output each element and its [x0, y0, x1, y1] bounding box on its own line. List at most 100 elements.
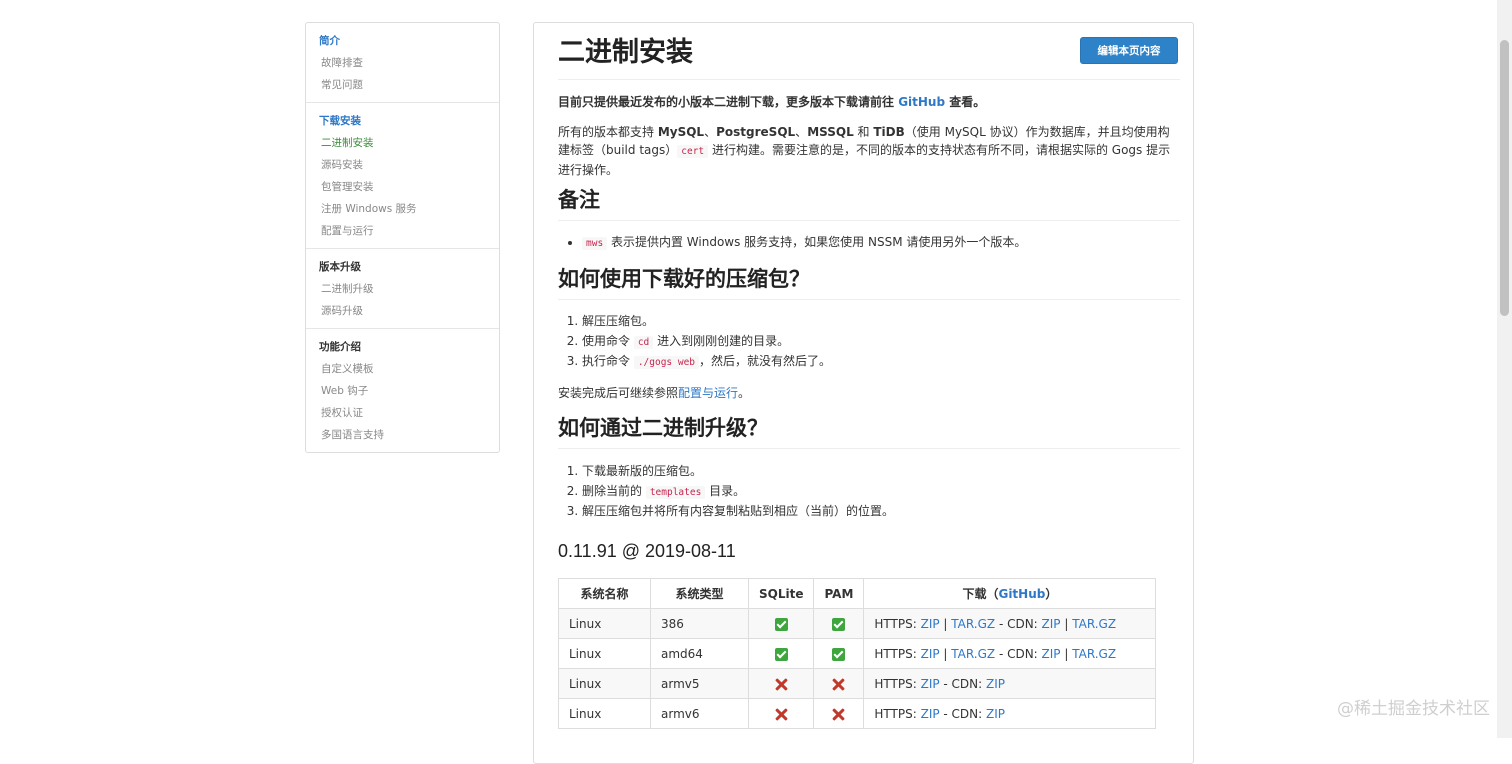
howto-list: 解压压缩包。 使用命令 cd 进入到刚刚创建的目录。 执行命令 ./gogs w… — [558, 312, 1180, 373]
sidebar-item-source-install[interactable]: 源码安装 — [306, 154, 499, 176]
sidebar-item-auth[interactable]: 授权认证 — [306, 402, 499, 424]
th-os: 系统名称 — [558, 578, 651, 609]
upgrade-step-2: 删除当前的 templates 目录。 — [582, 482, 1180, 503]
sidebar-section-intro: 简介 故障排查 常见问题 — [306, 23, 499, 102]
th-sqlite: SQLite — [747, 578, 815, 609]
https-label: HTTPS: — [874, 646, 921, 661]
howto-step-3-post: ，然后，就没有然后了。 — [699, 354, 832, 368]
edit-page-button[interactable]: 编辑本页内容 — [1080, 37, 1178, 64]
github-link[interactable]: GitHub — [898, 95, 945, 109]
howto-after: 安装完成后可继续参照配置与运行。 — [558, 384, 1180, 402]
title-row: 二进制安装 编辑本页内容 — [558, 23, 1180, 80]
db-sep-2: 、 — [795, 125, 808, 139]
upgrade-step-2-post: 目录。 — [705, 483, 746, 498]
notes-heading-wrap: 备注 — [558, 186, 1180, 221]
table-row: Linux 386 HTTPS: ZIP | TAR.GZ - CDN: ZIP… — [558, 608, 1157, 639]
sidebar-item-source-upgrade[interactable]: 源码升级 — [306, 300, 499, 322]
version-section: 0.11.91 @ 2019-08-11 — [558, 539, 1180, 563]
upgrade-step-2-pre: 删除当前的 — [582, 483, 646, 498]
version-heading: 0.11.91 @ 2019-08-11 — [558, 541, 736, 561]
sidebar-section-features: 功能介绍 自定义模板 Web 钩子 授权认证 多国语言支持 — [306, 328, 499, 452]
howto-step-2-post: 进入到刚刚创建的目录。 — [653, 333, 790, 348]
code-gogs-web: ./gogs web — [633, 356, 700, 369]
cell-pam — [813, 698, 865, 729]
notes-list: mws 表示提供内置 Windows 服务支持，如果您使用 NSSM 请使用另外… — [558, 233, 1180, 254]
sidebar-head-upgrade[interactable]: 版本升级 — [306, 257, 499, 278]
sidebar-item-config-run[interactable]: 配置与运行 — [306, 220, 499, 242]
sidebar-item-binary-install[interactable]: 二进制安装 — [306, 132, 499, 154]
notes-section: 备注 mws 表示提供内置 Windows 服务支持，如果您使用 NSSM 请使… — [558, 186, 1180, 254]
cdn-label: - CDN: — [995, 616, 1042, 631]
check-icon — [832, 617, 846, 631]
sidebar-item-binary-upgrade[interactable]: 二进制升级 — [306, 278, 499, 300]
sidebar-head-install[interactable]: 下载安装 — [306, 111, 499, 132]
table-row: Linux armv5 HTTPS: ZIP - CDN: ZIP — [558, 668, 1157, 699]
cdn-label: - CDN: — [939, 706, 987, 721]
cell-download: HTTPS: ZIP - CDN: ZIP — [863, 698, 1157, 729]
cell-arch: armv6 — [650, 698, 749, 729]
scrollbar-thumb[interactable] — [1500, 40, 1509, 316]
https-targz-link[interactable]: TAR.GZ — [951, 647, 995, 661]
upgrade-list: 下载最新版的压缩包。 删除当前的 templates 目录。 解压压缩包并将所有… — [558, 462, 1180, 522]
cell-pam — [813, 608, 865, 639]
sidebar-item-windows-service[interactable]: 注册 Windows 服务 — [306, 198, 499, 220]
sidebar-item-faq[interactable]: 常见问题 — [306, 74, 499, 96]
howto-step-3: 执行命令 ./gogs web，然后，就没有然后了。 — [582, 352, 1180, 373]
upgrade-step-3: 解压压缩包并将所有内容复制粘贴到相应（当前）的位置。 — [582, 502, 1180, 522]
cell-arch: amd64 — [650, 638, 749, 669]
db-tidb: TiDB — [873, 125, 905, 139]
cross-icon — [775, 678, 788, 691]
cdn-zip-link[interactable]: ZIP — [986, 707, 1005, 721]
th-github-link[interactable]: GitHub — [998, 587, 1045, 601]
db-mssql: MSSQL — [807, 125, 854, 139]
howto-step-2: 使用命令 cd 进入到刚刚创建的目录。 — [582, 332, 1180, 353]
https-zip-link[interactable]: ZIP — [921, 707, 940, 721]
cdn-targz-link[interactable]: TAR.GZ — [1072, 617, 1116, 631]
https-zip-link[interactable]: ZIP — [921, 647, 940, 661]
db-postgresql: PostgreSQL — [716, 125, 796, 139]
cell-arch: armv5 — [650, 668, 749, 699]
https-label: HTTPS: — [874, 676, 921, 691]
cell-os: Linux — [558, 608, 651, 639]
table-row: Linux armv6 HTTPS: ZIP - CDN: ZIP — [558, 698, 1157, 729]
sidebar-item-i18n[interactable]: 多国语言支持 — [306, 424, 499, 446]
code-mws: mws — [582, 237, 608, 250]
sidebar-head-intro[interactable]: 简介 — [306, 31, 499, 52]
https-zip-link[interactable]: ZIP — [921, 677, 940, 691]
intro-text-end: 查看。 — [945, 95, 986, 109]
cdn-zip-link[interactable]: ZIP — [986, 677, 1005, 691]
config-run-link[interactable]: 配置与运行 — [678, 386, 738, 400]
th-download: 下载（GitHub） — [863, 578, 1157, 609]
https-zip-link[interactable]: ZIP — [921, 617, 940, 631]
cell-sqlite — [747, 698, 815, 729]
page-scrollbar[interactable] — [1497, 0, 1512, 738]
notes-item-text: 表示提供内置 Windows 服务支持，如果您使用 NSSM 请使用另外一个版本… — [607, 235, 1027, 249]
sidebar-head-features[interactable]: 功能介绍 — [306, 337, 499, 358]
https-targz-link[interactable]: TAR.GZ — [951, 617, 995, 631]
sidebar-section-install: 下载安装 二进制安装 源码安装 包管理安装 注册 Windows 服务 配置与运… — [306, 102, 499, 248]
check-icon — [774, 617, 788, 631]
sidebar-item-custom-template[interactable]: 自定义模板 — [306, 358, 499, 380]
https-label: HTTPS: — [874, 706, 921, 721]
check-icon — [832, 647, 846, 661]
cdn-targz-link[interactable]: TAR.GZ — [1072, 647, 1116, 661]
cell-pam — [813, 638, 865, 669]
upgrade-section: 如何通过二进制升级？ 下载最新版的压缩包。 删除当前的 templates 目录… — [558, 414, 1180, 522]
sidebar-item-package-install[interactable]: 包管理安装 — [306, 176, 499, 198]
main-content: 二进制安装 编辑本页内容 目前只提供最近发布的小版本二进制下载，更多版本下载请前… — [533, 22, 1194, 764]
howto-heading: 如何使用下载好的压缩包？ — [558, 267, 810, 291]
sidebar-item-troubleshooting[interactable]: 故障排查 — [306, 52, 499, 74]
pipe-sep: | — [1060, 616, 1073, 631]
pipe-sep: | — [939, 646, 952, 661]
cdn-zip-link[interactable]: ZIP — [1042, 617, 1061, 631]
sidebar-nav: 简介 故障排查 常见问题 下载安装 二进制安装 源码安装 包管理安装 注册 Wi… — [305, 22, 500, 453]
cdn-zip-link[interactable]: ZIP — [1042, 647, 1061, 661]
sidebar-item-webhooks[interactable]: Web 钩子 — [306, 380, 499, 402]
cell-download: HTTPS: ZIP - CDN: ZIP — [863, 668, 1157, 699]
howto-after-post: 。 — [738, 385, 751, 400]
code-templates: templates — [645, 485, 706, 499]
pipe-sep: | — [939, 616, 952, 631]
check-icon — [774, 647, 788, 661]
cross-icon — [832, 708, 845, 721]
db-and: 和 — [853, 125, 874, 139]
